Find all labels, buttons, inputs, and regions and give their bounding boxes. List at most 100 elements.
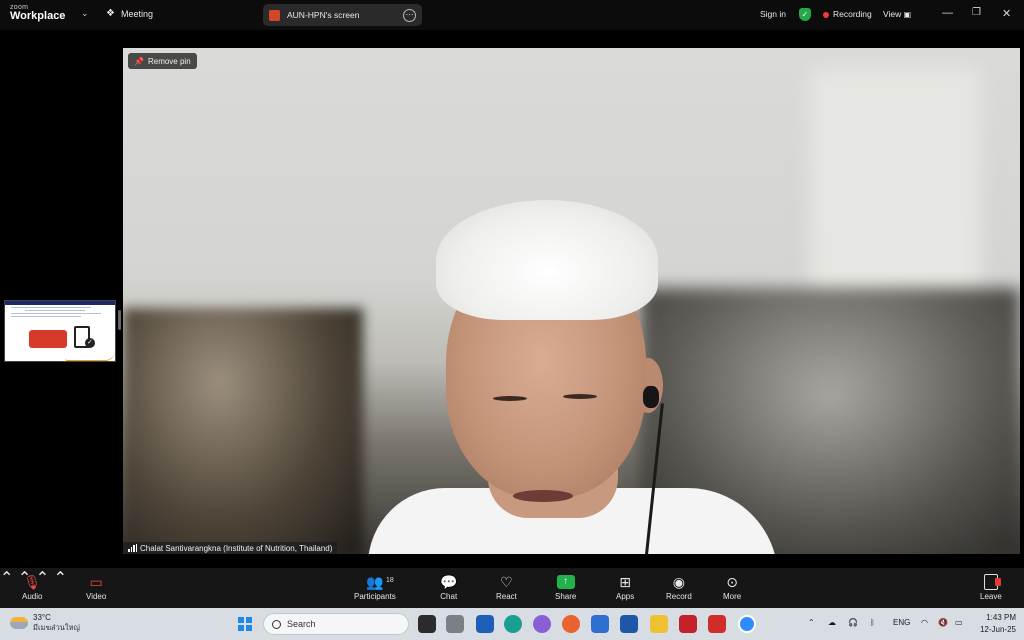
paw-icon: ❖ <box>106 8 115 19</box>
zoom-logo: zoom Workplace <box>10 4 65 22</box>
system-clock[interactable]: 1:43 PM 12-Jun-25 <box>972 612 1016 636</box>
heart-icon: ♡ <box>500 573 513 590</box>
windows-taskbar: 33°C มีเมฆส่วนใหญ่ Search ⌃ ☁ 🎧 ᛒ ENG ◠ … <box>0 608 1024 640</box>
react-button[interactable]: ♡ React <box>496 572 517 602</box>
headset-icon[interactable]: 🎧 <box>848 618 858 627</box>
taskbar-search[interactable]: Search <box>263 613 409 635</box>
video-label: Video <box>86 592 107 601</box>
leave-button[interactable]: Leave <box>980 572 1002 601</box>
video-button[interactable]: ▭ Video <box>86 572 107 602</box>
apps-label: Apps <box>616 592 635 601</box>
microphone-muted-icon: 🎙 <box>23 573 42 590</box>
eye-right <box>563 394 597 399</box>
windows-start-icon[interactable] <box>238 617 252 631</box>
slide-title-line <box>11 307 91 308</box>
screen-share-pill[interactable]: AUN-HPN's screen ⋯ <box>263 4 422 26</box>
wifi-icon[interactable]: ◠ <box>921 618 928 627</box>
meeting-menu[interactable]: ❖ Meeting <box>106 8 153 19</box>
copilot-icon[interactable] <box>533 615 551 633</box>
widgets-icon[interactable] <box>446 615 464 633</box>
view-label: View <box>883 9 902 19</box>
record-button[interactable]: ◉ Record <box>666 572 692 602</box>
share-button[interactable]: ↑ Share <box>555 572 576 601</box>
sign-in-link[interactable]: Sign in <box>760 9 786 19</box>
react-label: React <box>496 592 517 601</box>
participant-name-tag: Chalat Santivarangkna (Institute of Nutr… <box>123 542 338 554</box>
participant-name: Chalat Santivarangkna (Institute of Nutr… <box>140 543 333 553</box>
calculator-icon[interactable] <box>620 615 638 633</box>
panel-resize-handle[interactable] <box>118 310 121 330</box>
task-view-icon[interactable] <box>418 615 436 633</box>
signal-strength-icon <box>128 544 137 552</box>
security-shield-icon[interactable]: ✓ <box>799 8 811 21</box>
language-indicator[interactable]: ENG <box>893 618 910 627</box>
slide-text-line <box>11 316 81 317</box>
minimize-icon[interactable]: — <box>942 7 953 19</box>
pin-icon: 📌 <box>134 56 144 66</box>
battery-icon[interactable]: ▭ <box>955 618 963 627</box>
share-screen-icon: ↑ <box>556 575 575 589</box>
temperature: 33°C <box>33 613 51 622</box>
recording-indicator[interactable]: Recording <box>823 9 872 19</box>
firefox-icon[interactable] <box>562 615 580 633</box>
more-label: More <box>723 592 742 601</box>
outlook-icon[interactable] <box>476 615 494 633</box>
screen-share-label: AUN-HPN's screen <box>287 10 360 20</box>
eye-left <box>493 396 527 401</box>
show-hidden-icons-icon[interactable]: ⌃ <box>808 618 815 627</box>
meeting-toolbar: 🎙 Audio ⌃ ▭ Video ⌃ 👥 18 Participants ⌃ … <box>0 568 1024 608</box>
bluetooth-icon[interactable]: ᛒ <box>870 618 875 627</box>
record-label: Record <box>666 592 692 601</box>
participants-button[interactable]: 👥 18 Participants <box>354 572 396 602</box>
more-button[interactable]: ⊙ More <box>723 572 742 602</box>
remove-pin-button[interactable]: 📌 Remove pin <box>128 53 197 69</box>
edge-icon[interactable] <box>504 615 522 633</box>
slide-text-line <box>11 313 101 314</box>
audio-options-caret-icon[interactable]: ⌃ <box>0 570 13 587</box>
background-window <box>810 68 980 298</box>
share-label: Share <box>555 592 577 601</box>
logo-line2: Workplace <box>10 10 66 22</box>
apps-button[interactable]: ⊞ Apps <box>616 572 635 602</box>
slide-header-bar <box>5 301 115 305</box>
slide-text-line <box>25 310 85 311</box>
powerbi-icon[interactable] <box>591 615 609 633</box>
onedrive-icon[interactable]: ☁ <box>828 618 836 627</box>
more-icon: ⊙ <box>726 573 738 590</box>
search-icon <box>272 619 281 629</box>
weather-cloud-icon <box>10 617 28 629</box>
checkmark-icon: ✓ <box>85 338 95 348</box>
participant-figure <box>338 188 778 554</box>
clock-date: 12-Jun-25 <box>979 625 1016 634</box>
chat-options-caret-icon[interactable]: ⌃ <box>54 570 67 587</box>
weather-widget[interactable]: 33°C มีเมฆส่วนใหญ่ <box>10 613 80 633</box>
chat-icon: 💬 <box>440 573 458 590</box>
record-icon: ◉ <box>672 573 685 590</box>
view-button[interactable]: View ▣ <box>883 9 911 19</box>
close-icon[interactable]: ✕ <box>1002 7 1011 20</box>
mouth <box>513 490 573 502</box>
shared-screen-thumbnail[interactable]: ✓ <box>4 300 116 362</box>
volume-muted-icon[interactable]: 🔇 <box>938 618 948 627</box>
apps-icon: ⊞ <box>619 573 631 590</box>
zoom-app-icon[interactable] <box>738 615 756 633</box>
file-explorer-icon[interactable] <box>650 615 668 633</box>
meeting-label: Meeting <box>120 8 153 19</box>
audio-button[interactable]: 🎙 Audio <box>22 572 43 602</box>
restore-icon[interactable]: ❐ <box>972 7 981 18</box>
mcafee-icon[interactable] <box>708 615 726 633</box>
audio-label: Audio <box>22 592 43 601</box>
clock-time: 1:43 PM <box>986 613 1016 622</box>
chat-button[interactable]: 💬 Chat <box>440 572 458 602</box>
slide-red-box <box>29 330 67 348</box>
participants-label: Participants <box>354 592 396 601</box>
participant-video[interactable] <box>123 48 1020 554</box>
search-placeholder: Search <box>287 619 316 629</box>
more-options-icon[interactable]: ⋯ <box>403 8 416 22</box>
chevron-down-icon[interactable]: ⌄ <box>81 8 89 19</box>
leave-label: Leave <box>980 592 1002 601</box>
pdf-reader-icon[interactable] <box>679 615 697 633</box>
slide-decor-curve <box>65 351 115 361</box>
participants-count: 18 <box>386 577 394 584</box>
recording-dot-icon <box>823 11 829 18</box>
